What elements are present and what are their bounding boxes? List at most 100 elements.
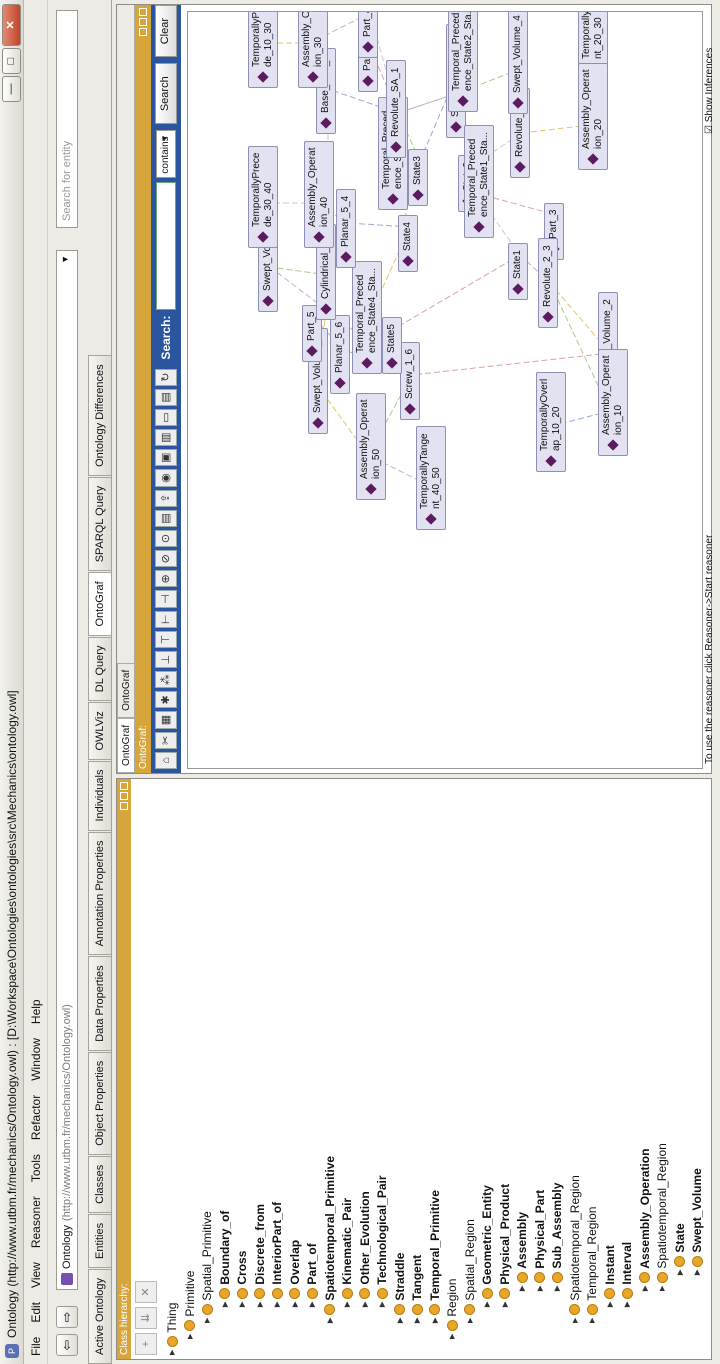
class-tree-item[interactable]: ▶ Temporal_Region (585, 1207, 599, 1323)
expand-icon[interactable]: ▶ (343, 1302, 351, 1307)
restore-icon[interactable] (120, 792, 128, 800)
maximize-button[interactable]: □ (2, 48, 21, 74)
forward-button[interactable]: ⇨ (56, 1306, 78, 1328)
graph-node[interactable]: Temporal_Preced ence_State1_Sta... (464, 124, 494, 238)
menu-tools[interactable]: Tools (29, 1154, 43, 1182)
graph-node[interactable]: State1 (508, 243, 528, 300)
graph-node[interactable]: Assembly_Operat ion_20 (578, 62, 608, 170)
close-view-icon[interactable] (120, 782, 128, 790)
class-tree-item[interactable]: ▶ InteriorPart_of (270, 1202, 284, 1307)
zoom-fit-icon[interactable]: ⊙ (155, 529, 177, 548)
graph-node[interactable]: Temporal_Preced ence_State2_Sta... (448, 11, 478, 112)
class-tree-item[interactable]: ▶ Technological_Pair (375, 1175, 389, 1307)
class-tree-item[interactable]: ▶ Spatial_Primitive (200, 1211, 214, 1323)
back-button[interactable]: ⇦ (56, 1334, 78, 1356)
class-tree-item[interactable]: ▶ Cross (235, 1251, 249, 1307)
minimize-button[interactable]: — (2, 76, 21, 102)
graph-search-button[interactable]: Search (155, 63, 177, 125)
tree-layout-icon[interactable]: ⊥ (155, 650, 177, 669)
subtab-ontograf-2[interactable]: OntoGraf (117, 662, 134, 718)
graph-node[interactable]: State5 (382, 317, 402, 374)
graph-node[interactable]: Planar_5_6 (330, 314, 350, 394)
refresh-icon[interactable]: ↻ (155, 368, 177, 386)
expand-icon[interactable]: ▶ (623, 1302, 631, 1307)
pin-icon[interactable] (139, 28, 147, 36)
graph-node[interactable]: TemporallyPrece de_30_40 (248, 145, 278, 248)
graph-clear-button[interactable]: Clear (155, 5, 177, 58)
restore-icon[interactable] (139, 18, 147, 26)
add-subclass-button[interactable]: + (135, 1333, 157, 1355)
expand-icon[interactable]: ▶ (256, 1302, 264, 1307)
class-tree-item[interactable]: ▶ Swept_Volume (690, 1168, 704, 1275)
expand-icon[interactable]: ▶ (168, 1350, 176, 1355)
class-tree-item[interactable]: ▶ Spatiotemporal_Primitive (323, 1156, 337, 1323)
expand-icon[interactable]: ▶ (658, 1286, 666, 1291)
class-tree-item[interactable]: ▶ Geometric_Entity (480, 1185, 494, 1307)
expand-icon[interactable]: ▶ (641, 1286, 649, 1291)
grid-layout-icon[interactable]: ▦ (155, 711, 177, 729)
menu-help[interactable]: Help (29, 999, 43, 1024)
expand-icon[interactable]: ▶ (308, 1302, 316, 1307)
expand-icon[interactable]: ▶ (221, 1302, 229, 1307)
graph-node[interactable]: Assembly_Operat ion_50 (356, 392, 386, 500)
entity-search-input[interactable]: Search for entity (56, 10, 78, 228)
tab-individuals[interactable]: Individuals (88, 760, 111, 831)
pin-icon[interactable] (120, 802, 128, 810)
tab-active-ontology[interactable]: Active Ontology (88, 1268, 111, 1364)
tab-object-properties[interactable]: Object Properties (88, 1051, 111, 1155)
expand-icon[interactable]: ▶ (273, 1302, 281, 1307)
expand-icon[interactable]: ▶ (378, 1302, 386, 1307)
expand-icon[interactable]: ▶ (536, 1286, 544, 1291)
match-mode-select[interactable]: contains ▼ (156, 130, 176, 178)
tree-layout-down-icon[interactable]: ⊤ (155, 630, 177, 648)
active-ontology-selector[interactable]: Ontology (http://www.utbm.fr/mechanics/O… (56, 250, 78, 1290)
expand-icon[interactable]: ▶ (413, 1318, 421, 1323)
tab-ontology-differences[interactable]: Ontology Differences (88, 355, 111, 476)
add-sibling-button[interactable]: ⇊ (135, 1307, 157, 1329)
tab-classes[interactable]: Classes (88, 1155, 111, 1213)
expand-icon[interactable]: ▶ (326, 1318, 334, 1323)
tab-dl-query[interactable]: DL Query (88, 636, 111, 702)
menu-window[interactable]: Window (29, 1038, 43, 1081)
class-tree-item[interactable]: ▶ Interval (620, 1242, 634, 1307)
tree-layout-right-icon[interactable]: ⊣ (155, 590, 177, 608)
filter-icon[interactable]: ▤ (155, 509, 177, 527)
class-tree-item[interactable]: ▶ Primitive (183, 1271, 197, 1339)
export-icon[interactable]: ⇪ (155, 489, 177, 507)
show-inferences-checkbox[interactable]: ☑ Show Inferences (704, 48, 715, 134)
graph-node[interactable]: Temporal_Preced ence_State4_Sta... (352, 260, 382, 374)
class-tree-item[interactable]: ▶ Tangent (410, 1255, 424, 1323)
expand-icon[interactable]: ▶ (361, 1302, 369, 1307)
menu-file[interactable]: File (29, 1337, 43, 1356)
zoom-out-icon[interactable]: ⊘ (155, 550, 177, 568)
class-tree-item[interactable]: ▶ Other_Evolution (358, 1191, 372, 1307)
graph-node[interactable]: Planar_5_4 (336, 188, 356, 268)
expand-icon[interactable]: ▶ (606, 1302, 614, 1307)
class-tree-item[interactable]: ▶ Sub_Assembly (550, 1183, 564, 1291)
expand-icon[interactable]: ▶ (588, 1318, 596, 1323)
tab-entities[interactable]: Entities (88, 1213, 111, 1268)
class-tree-item[interactable]: ▶ Thing (165, 1303, 179, 1355)
class-tree-item[interactable]: ▶ Boundary_of (218, 1211, 232, 1307)
graph-node[interactable]: Part_4 (358, 11, 378, 58)
open-icon[interactable]: ▭ (155, 408, 177, 427)
graph-node[interactable]: TemporallyTange nt_40_50 (416, 426, 446, 530)
expand-icon[interactable]: ▶ (448, 1334, 456, 1339)
expand-icon[interactable]: ▶ (466, 1318, 474, 1323)
close-view-icon[interactable] (139, 8, 147, 16)
class-tree-item[interactable]: ▶ Physical_Product (498, 1184, 512, 1307)
graph-node[interactable]: Assembly_Operat ion_10 (598, 348, 628, 456)
class-tree-item[interactable]: ▶ Kinematic_Pair (340, 1198, 354, 1307)
class-tree-item[interactable]: ▶ Spatiotemporal_Region (568, 1175, 582, 1323)
save-icon[interactable]: ▤ (155, 388, 177, 406)
graph-node[interactable]: Screw_1_6 (400, 341, 420, 420)
expand-icon[interactable]: ▶ (186, 1334, 194, 1339)
ontograf-canvas[interactable]: TemporallyTange nt_40_50 Assembly_Operat io… (187, 11, 703, 769)
radial-layout-icon[interactable]: ✱ (155, 691, 177, 709)
tree-layout-left-icon[interactable]: ⊢ (155, 610, 177, 628)
graph-node[interactable]: TemporallyOverl ap_10_20 (536, 371, 566, 472)
expand-icon[interactable]: ▶ (483, 1302, 491, 1307)
delete-class-button[interactable]: ✕ (135, 1281, 157, 1303)
graph-node[interactable]: Swept_Volume_4 (508, 11, 528, 114)
expand-icon[interactable]: ▶ (396, 1318, 404, 1323)
